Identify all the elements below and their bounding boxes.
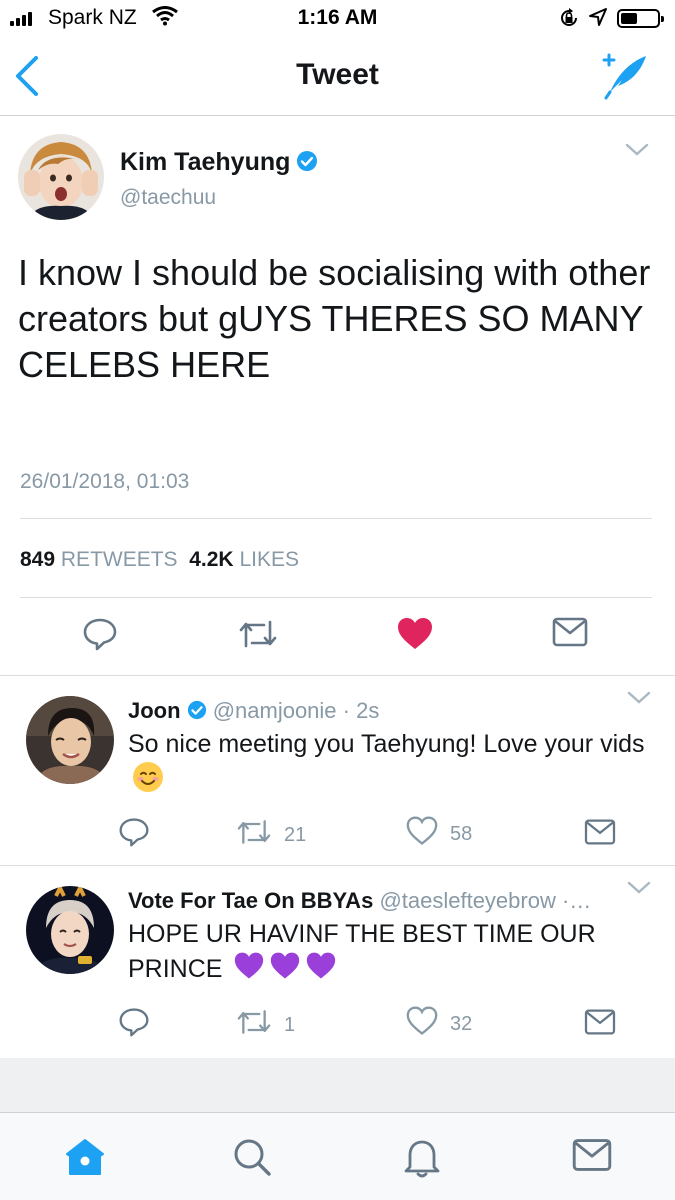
heart-outline-icon (406, 816, 438, 852)
search-icon[interactable] (232, 1137, 272, 1182)
reply-icon[interactable] (118, 816, 150, 848)
chevron-down-icon[interactable] (626, 880, 652, 901)
location-arrow-icon (588, 7, 608, 33)
tweet-stats: 849 RETWEETS 4.2K LIKES (20, 548, 299, 572)
verified-badge-icon (187, 700, 207, 726)
like-count: 32 (450, 1012, 473, 1035)
divider (20, 518, 652, 519)
like-button[interactable]: 58 (406, 816, 472, 852)
verified-badge-icon (296, 150, 318, 179)
retweet-count: 1 (284, 1013, 296, 1036)
page-title: Tweet (296, 58, 379, 91)
like-heart-icon[interactable] (396, 616, 434, 652)
avatar[interactable] (18, 134, 104, 220)
smiling-face-emoji-icon (132, 761, 164, 802)
tab-bar (0, 1112, 675, 1200)
avatar[interactable] (26, 886, 114, 974)
message-icon[interactable] (552, 616, 588, 648)
reply-time: · 2s (342, 698, 380, 723)
retweet-icon (236, 1006, 272, 1044)
purple-heart-emoji-icon (233, 951, 265, 990)
divider (20, 597, 652, 598)
notifications-bell-icon[interactable] (402, 1137, 442, 1184)
heart-outline-icon (406, 1006, 438, 1042)
main-tweet: Kim Taehyung @taechuu I know I should be… (0, 116, 675, 676)
reply-tweet[interactable]: Joon @namjoonie · 2s So nice meeting you… (0, 676, 675, 866)
home-icon[interactable] (64, 1137, 106, 1182)
retweet-icon[interactable] (238, 616, 278, 652)
compose-feather-icon[interactable] (594, 52, 650, 105)
tweet-text: I know I should be socialising with othe… (18, 252, 651, 385)
status-bar: Spark NZ 1:16 AM (0, 0, 675, 38)
retweet-icon (236, 816, 272, 854)
reply-time: ·… (561, 888, 592, 913)
reply-text: HOPE UR HAVINF THE BEST TIME OUR PRINCE (128, 918, 648, 990)
reply-author-handle[interactable]: @taeslefteyebrow (379, 888, 555, 913)
author-handle[interactable]: @taechuu (120, 186, 216, 210)
reply-icon[interactable] (118, 1006, 150, 1038)
reply-author-handle[interactable]: @namjoonie (213, 698, 337, 723)
like-stat[interactable]: 4.2K LIKES (189, 548, 299, 571)
tweet-timestamp: 26/01/2018, 01:03 (20, 470, 190, 493)
like-button[interactable]: 32 (406, 1006, 472, 1042)
chevron-down-icon[interactable] (624, 142, 650, 163)
reply-icon[interactable] (82, 616, 118, 652)
purple-heart-emoji-icon (305, 951, 337, 990)
like-count: 58 (450, 822, 473, 845)
message-icon[interactable] (584, 818, 616, 846)
messages-icon[interactable] (572, 1137, 612, 1178)
author-name[interactable]: Kim Taehyung (120, 148, 318, 179)
purple-heart-emoji-icon (269, 951, 301, 990)
reply-text: So nice meeting you Taehyung! Love your … (128, 728, 648, 802)
reply-header: Vote For Tae On BBYAs @taeslefteyebrow ·… (128, 888, 638, 914)
navigation-bar: Tweet (0, 38, 675, 116)
avatar[interactable] (26, 696, 114, 784)
reply-header: Joon @namjoonie · 2s (128, 698, 638, 726)
message-icon[interactable] (584, 1008, 616, 1036)
retweet-button[interactable]: 21 (236, 816, 306, 854)
reply-tweet[interactable]: Vote For Tae On BBYAs @taeslefteyebrow ·… (0, 866, 675, 1058)
rotation-lock-icon (558, 7, 580, 35)
retweet-stat[interactable]: 849 RETWEETS (20, 548, 178, 571)
retweet-button[interactable]: 1 (236, 1006, 295, 1044)
reply-author-name[interactable]: Vote For Tae On BBYAs (128, 888, 373, 913)
chevron-down-icon[interactable] (626, 690, 652, 711)
battery-icon (617, 9, 664, 28)
timeline-gap (0, 1058, 675, 1112)
reply-author-name[interactable]: Joon (128, 698, 181, 723)
retweet-count: 21 (284, 823, 307, 846)
